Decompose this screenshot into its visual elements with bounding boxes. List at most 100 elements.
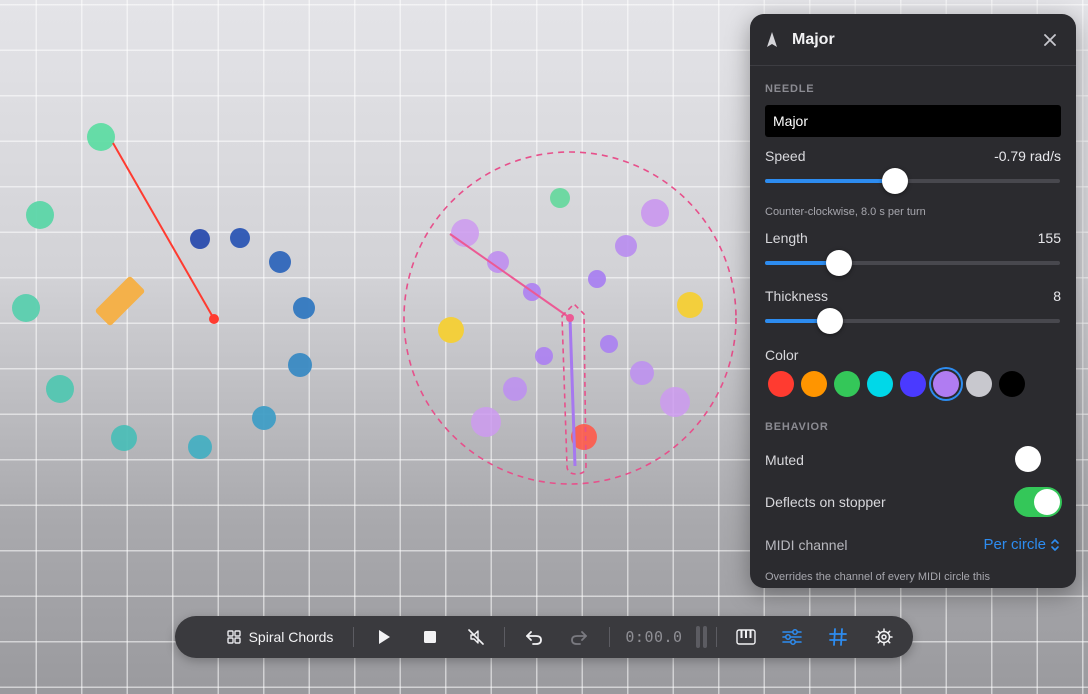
stop-icon — [424, 631, 436, 643]
needle-section-label: NEEDLE — [765, 83, 815, 95]
note-circle[interactable] — [438, 317, 464, 343]
selected-needle-line[interactable] — [568, 317, 577, 467]
note-circle[interactable] — [535, 347, 553, 365]
project-button[interactable]: Spiral Chords — [205, 616, 355, 658]
divider — [716, 627, 717, 647]
panel-title: Major — [792, 30, 835, 48]
speed-slider[interactable] — [765, 167, 1060, 195]
color-swatch[interactable] — [900, 371, 926, 397]
midi-channel-hint: Overrides the channel of every MIDI circ… — [765, 571, 990, 583]
play-button[interactable] — [371, 616, 397, 658]
level-meter — [693, 616, 711, 658]
note-circle[interactable] — [46, 375, 74, 403]
thickness-slider[interactable] — [765, 307, 1060, 335]
midi-channel-value: Per circle — [983, 536, 1046, 553]
needle-inspector-panel: Major NEEDLE Speed -0.79 rad/s Counter-c… — [750, 14, 1076, 588]
note-circle[interactable] — [588, 270, 606, 288]
deflects-toggle[interactable] — [1014, 487, 1062, 517]
color-swatch[interactable] — [834, 371, 860, 397]
length-label: Length — [765, 230, 808, 246]
length-value: 155 — [1037, 230, 1061, 246]
stopper-block[interactable] — [95, 276, 146, 327]
note-circle[interactable] — [550, 188, 570, 208]
note-circle[interactable] — [615, 235, 637, 257]
time-display: 0:00.0 — [621, 616, 687, 658]
divider — [504, 627, 505, 647]
color-swatch[interactable] — [867, 371, 893, 397]
note-circle[interactable] — [641, 199, 669, 227]
undo-icon — [526, 631, 542, 645]
behavior-section-label: BEHAVIOR — [765, 421, 829, 433]
note-circle[interactable] — [660, 387, 690, 417]
undo-button[interactable] — [521, 616, 547, 658]
hashtag-icon — [829, 628, 847, 646]
color-swatch[interactable] — [768, 371, 794, 397]
grid-snap-button[interactable] — [825, 616, 851, 658]
deflects-label: Deflects on stopper — [765, 494, 886, 510]
note-circle[interactable] — [471, 407, 501, 437]
color-label: Color — [765, 347, 799, 363]
speed-value: -0.79 rad/s — [994, 148, 1061, 164]
note-circle[interactable] — [188, 435, 212, 459]
slider-thumb[interactable] — [881, 168, 908, 194]
length-slider[interactable] — [765, 249, 1060, 277]
slider-thumb[interactable] — [816, 308, 843, 334]
needle-line[interactable] — [449, 233, 571, 319]
mute-button[interactable] — [463, 616, 489, 658]
playback-time: 0:00.0 — [625, 628, 683, 646]
note-circle[interactable] — [190, 229, 210, 249]
color-swatch[interactable] — [801, 371, 827, 397]
stop-button[interactable] — [417, 616, 443, 658]
note-circle[interactable] — [87, 123, 115, 151]
note-circle[interactable] — [451, 219, 479, 247]
gear-icon — [875, 628, 893, 646]
color-swatch[interactable] — [966, 371, 992, 397]
slider-thumb[interactable] — [825, 250, 852, 276]
color-swatch[interactable] — [999, 371, 1025, 397]
settings-button[interactable] — [871, 616, 897, 658]
note-circle[interactable] — [111, 425, 137, 451]
play-icon — [379, 630, 390, 644]
speed-label: Speed — [765, 148, 806, 164]
note-circle[interactable] — [288, 353, 312, 377]
mute-icon — [468, 629, 484, 645]
needle-pivot[interactable] — [566, 314, 574, 322]
needle-name-field[interactable] — [765, 105, 1061, 137]
grid-icon — [226, 630, 241, 644]
panel-header: Major — [750, 14, 1076, 66]
piano-button[interactable] — [733, 616, 759, 658]
close-icon[interactable] — [1040, 30, 1060, 50]
midi-channel-select[interactable]: Per circle — [983, 536, 1060, 553]
left-circle-ring — [12, 123, 315, 459]
note-circle[interactable] — [12, 294, 40, 322]
note-circle[interactable] — [230, 228, 250, 248]
note-circle[interactable] — [503, 377, 527, 401]
chevron-updown-icon — [1051, 538, 1059, 551]
thickness-label: Thickness — [765, 288, 829, 304]
note-circle[interactable] — [252, 406, 276, 430]
speed-hint: Counter-clockwise, 8.0 s per turn — [765, 206, 926, 218]
color-swatch-row — [768, 371, 1025, 397]
transport-toolbar: Spiral Chords 0:00.0 — [175, 616, 913, 658]
needle-pivot[interactable] — [209, 314, 219, 324]
redo-button[interactable] — [566, 616, 592, 658]
sliders-icon — [782, 629, 802, 645]
note-circle[interactable] — [630, 361, 654, 385]
level-meter-icon — [696, 626, 707, 648]
muted-toggle[interactable] — [1015, 446, 1041, 472]
needle-icon — [766, 31, 780, 49]
color-swatch[interactable] — [933, 371, 959, 397]
note-circle[interactable] — [677, 292, 703, 318]
piano-icon — [736, 629, 756, 645]
note-circle[interactable] — [600, 335, 618, 353]
inspector-toggle-button[interactable] — [779, 616, 805, 658]
project-name: Spiral Chords — [248, 629, 334, 645]
note-circle[interactable] — [293, 297, 315, 319]
note-circle[interactable] — [269, 251, 291, 273]
divider — [353, 627, 354, 647]
divider — [609, 627, 610, 647]
redo-icon — [571, 631, 587, 645]
note-circle[interactable] — [26, 201, 54, 229]
midi-channel-label: MIDI channel — [765, 537, 848, 553]
thickness-value: 8 — [1053, 288, 1061, 304]
